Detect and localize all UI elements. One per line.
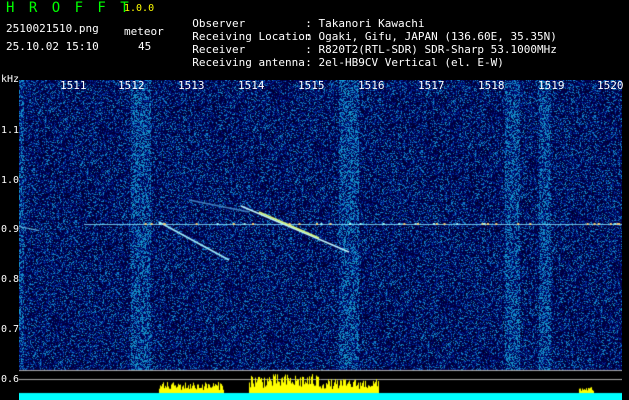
app-title: H R O F F T [6, 0, 132, 16]
y-tick-label: 0.8 [1, 274, 20, 285]
y-tick-label: 0.9 [1, 224, 20, 235]
y-tick-label: 1.0 [1, 175, 20, 186]
x-tick-label: 1513 [178, 79, 205, 92]
info-value: : 2el-HB9CV Vertical (el. E-W) [305, 56, 504, 69]
x-tick-label: 1519 [538, 79, 565, 92]
y-axis-unit: kHz [1, 74, 20, 85]
y-tick-label: 0.6 [1, 374, 20, 385]
y-tick-label: 0.7 [1, 324, 20, 335]
file-name: 2510021510.png [6, 22, 99, 35]
info-key: Receiving antenna [192, 56, 305, 69]
x-tick-label: 1514 [238, 79, 265, 92]
info-antenna: Receiving antenna: 2el-HB9CV Vertical (e… [179, 42, 504, 70]
y-tick-label: 1.1 [1, 125, 20, 136]
x-tick-label: 1515 [298, 79, 325, 92]
spectrogram-plot [19, 80, 622, 400]
capture-datetime: 25.10.02 15:10 [6, 40, 99, 53]
detection-count: 45 [138, 40, 152, 53]
x-tick-label: 1520 [597, 79, 624, 92]
x-tick-label: 1512 [118, 79, 145, 92]
x-tick-label: 1518 [478, 79, 505, 92]
app-version: 1.0.0 [124, 3, 155, 14]
x-tick-label: 1516 [358, 79, 385, 92]
x-tick-label: 1517 [418, 79, 445, 92]
x-tick-label: 1511 [60, 79, 87, 92]
detection-type-label: meteor [124, 25, 164, 38]
